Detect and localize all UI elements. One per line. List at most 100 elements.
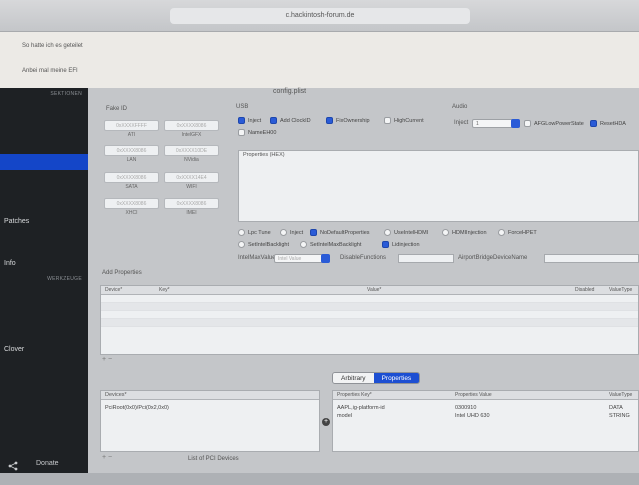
- fake-id-lan-field[interactable]: 0xXXXX8086: [104, 145, 159, 156]
- fake-id-wifi-label: WIFI: [186, 184, 197, 190]
- browser-toolbar: c.hackintosh-forum.de: [0, 0, 639, 32]
- checkbox-icon: [238, 241, 245, 248]
- table-row: [101, 319, 638, 327]
- checkbox-icon: [310, 229, 317, 236]
- chevron-down-icon: [511, 119, 520, 128]
- usb-add-clockid-checkbox[interactable]: Add ClockID: [270, 117, 311, 124]
- checkbox-icon: [442, 229, 449, 236]
- property-value[interactable]: Intel UHD 630: [455, 413, 490, 419]
- properties-segmented-control[interactable]: Arbitrary Properties: [332, 372, 421, 384]
- usb-nameeh00-checkbox[interactable]: NameEH00: [238, 129, 276, 136]
- airport-field[interactable]: [544, 254, 639, 263]
- fake-id-ati-field[interactable]: 0xXXXXFFFF: [104, 120, 159, 131]
- disablefunctions-field[interactable]: [398, 254, 454, 263]
- checkbox-icon: [524, 120, 531, 127]
- sidebar-item-clover[interactable]: Clover: [4, 346, 24, 353]
- audio-afglowpowerstate-checkbox[interactable]: AFGLowPowerState: [524, 120, 584, 127]
- properties-kv-table[interactable]: Properties Key* Properties Value ValueTy…: [332, 390, 639, 452]
- file-title: config.plist: [273, 88, 307, 95]
- intelmaxvalue-select[interactable]: Intel Value: [274, 254, 330, 263]
- fake-id-sata-field[interactable]: 0xXXXX8086: [104, 172, 159, 183]
- hdmiinjection-checkbox[interactable]: HDMIInjection: [442, 229, 487, 236]
- nodefaultproperties-checkbox[interactable]: NoDefaultProperties: [310, 229, 370, 236]
- devices-table[interactable]: Devices* PciRoot(0x0)/Pci(0x2,0x0): [100, 390, 320, 452]
- fake-id-xhci-field[interactable]: 0xXXXX8086: [104, 198, 159, 209]
- donate-button[interactable]: Donate: [36, 460, 59, 467]
- forum-text-line: Anbei mal meine EFI: [22, 68, 78, 74]
- tab-properties[interactable]: Properties: [373, 373, 420, 383]
- airport-label: AirportBridgeDeviceName: [458, 255, 528, 261]
- setintelmaxbacklight-checkbox[interactable]: SetIntelMaxBacklight: [300, 241, 361, 248]
- fake-id-intelgfx-field[interactable]: 0xXXXX8086: [164, 120, 219, 131]
- sidebar: SEKTIONEN Patches Info WERKZEUGE Clover …: [0, 88, 88, 485]
- dock-edge: [0, 473, 639, 485]
- checkbox-icon: [300, 241, 307, 248]
- checkbox-icon: [384, 229, 391, 236]
- fake-id-label: Fake ID: [106, 106, 128, 112]
- checkbox-icon: [590, 120, 597, 127]
- fake-id-sata-label: SATA: [125, 184, 138, 190]
- fake-id-xhci-label: XHCI: [125, 210, 138, 216]
- useintelhdmi-checkbox[interactable]: UseIntelHDMI: [384, 229, 428, 236]
- add-property-icon[interactable]: +: [322, 418, 330, 426]
- sidebar-item-info[interactable]: Info: [4, 260, 16, 267]
- inject-checkbox[interactable]: Inject: [280, 229, 303, 236]
- fake-id-lan-label: LAN: [126, 157, 137, 163]
- setintelbacklight-checkbox[interactable]: SetIntelBacklight: [238, 241, 289, 248]
- fake-id-nvidia-label: NVidia: [184, 157, 199, 163]
- checkbox-icon: [238, 117, 245, 124]
- lidinjection-checkbox[interactable]: Lidinjection: [382, 241, 420, 248]
- checkbox-icon: [270, 117, 277, 124]
- property-value[interactable]: 0300910: [455, 405, 476, 411]
- table-header: Device* Key* Value* Disabled ValueType: [101, 286, 638, 295]
- checkbox-icon: [498, 229, 505, 236]
- table-header: Properties Key* Properties Value ValueTy…: [333, 391, 638, 400]
- address-bar[interactable]: c.hackintosh-forum.de: [170, 8, 470, 24]
- add-remove-buttons[interactable]: + −: [102, 454, 112, 461]
- audio-inject-label: Inject: [454, 120, 469, 126]
- sidebar-item-patches[interactable]: Patches: [4, 218, 29, 225]
- list-item[interactable]: PciRoot(0x0)/Pci(0x2,0x0): [105, 405, 169, 411]
- property-type[interactable]: STRING: [609, 413, 630, 419]
- property-key[interactable]: AAPL,ig-platform-id: [337, 405, 385, 411]
- checkbox-icon: [238, 229, 245, 236]
- fake-id-imei-field[interactable]: 0xXXXX8086: [164, 198, 219, 209]
- fake-id-intelgfx-label: IntelGFX: [181, 132, 202, 138]
- add-properties-table[interactable]: Device* Key* Value* Disabled ValueType: [100, 285, 639, 355]
- fake-id-nvidia-field[interactable]: 0xXXXX10DE: [164, 145, 219, 156]
- usb-highcurrent-checkbox[interactable]: HighCurrent: [384, 117, 424, 124]
- usb-label: USB: [236, 104, 249, 110]
- disablefunctions-label: DisableFunctions: [340, 255, 387, 261]
- table-row: [101, 295, 638, 303]
- checkbox-icon: [384, 117, 391, 124]
- audio-label: Audio: [452, 104, 468, 110]
- sidebar-item-selected[interactable]: [0, 154, 88, 170]
- audio-resethda-checkbox[interactable]: ResetHDA: [590, 120, 626, 127]
- table-row: [101, 311, 638, 319]
- forum-page: So hatte ich es geteilet Anbei mal meine…: [0, 32, 639, 88]
- table-header: Devices*: [101, 391, 319, 400]
- add-properties-label: Add Properties: [102, 270, 142, 276]
- usb-inject-checkbox[interactable]: Inject: [238, 117, 261, 124]
- forcehpet-checkbox[interactable]: ForceHPET: [498, 229, 537, 236]
- property-type[interactable]: DATA: [609, 405, 623, 411]
- lpc-tune-checkbox[interactable]: Lpc Tune: [238, 229, 271, 236]
- usb-fixownership-checkbox[interactable]: FixOwnership: [326, 117, 370, 124]
- add-remove-buttons[interactable]: + −: [102, 356, 112, 363]
- sidebar-heading-tools: WERKZEUGE: [47, 276, 82, 282]
- fake-id-wifi-field[interactable]: 0xXXXX14E4: [164, 172, 219, 183]
- checkbox-icon: [280, 229, 287, 236]
- fake-id-ati-label: ATI: [127, 132, 136, 138]
- tab-arbitrary[interactable]: Arbitrary: [333, 373, 374, 383]
- share-icon[interactable]: [8, 461, 18, 471]
- properties-hex-label: Properties (HEX): [239, 151, 638, 160]
- fake-id-imei-label: IMEI: [186, 210, 197, 216]
- properties-hex-box[interactable]: Properties (HEX): [238, 150, 639, 222]
- checkbox-icon: [238, 129, 245, 136]
- list-pci-devices-button[interactable]: List of PCI Devices: [188, 456, 239, 462]
- property-key[interactable]: model: [337, 413, 352, 419]
- sidebar-heading-sections: SEKTIONEN: [50, 91, 82, 97]
- chevron-down-icon: [321, 254, 330, 263]
- audio-inject-select[interactable]: 1: [472, 119, 520, 128]
- intelmaxvalue-label: IntelMaxValue: [238, 255, 276, 261]
